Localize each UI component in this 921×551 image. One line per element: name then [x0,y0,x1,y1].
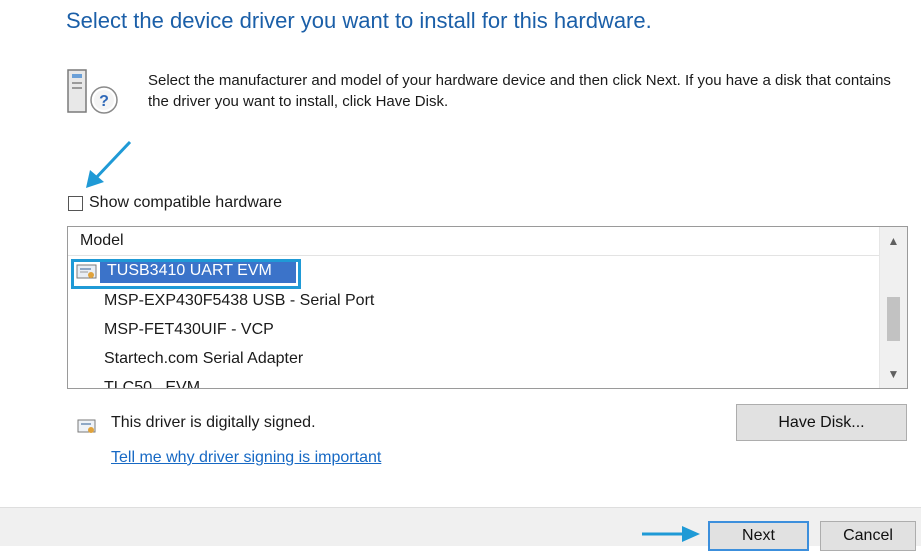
hardware-help-icon: ? [67,69,118,114]
dialog-heading: Select the device driver you want to ins… [66,8,652,33]
signed-driver-icon [77,419,96,433]
driver-signing-link[interactable]: Tell me why driver signing is important [111,449,381,467]
model-list-scrollbar[interactable]: ▲ ▼ [879,227,907,388]
annotation-arrow-icon [642,526,700,542]
annotation-arrow-icon [86,140,132,188]
show-compatible-label: Show compatible hardware [89,194,282,211]
instructions-text: Select the manufacturer and model of you… [148,72,891,110]
dialog-footer: Next Cancel [0,507,921,551]
model-item-label: MSP-FET430UIF - VCP [104,321,274,338]
list-item-selected[interactable]: TUSB3410 UART EVM [68,259,880,289]
scroll-thumb[interactable] [887,297,900,341]
model-item-label: TUSB3410 UART EVM [107,262,272,279]
model-header-label: Model [80,232,124,249]
list-item[interactable]: Startech.com Serial Adapter [68,347,880,373]
model-item-label: Startech.com Serial Adapter [104,350,304,367]
list-item[interactable]: TLC50...EVM [68,376,880,389]
model-item-label: MSP-EXP430F5438 USB - Serial Port [104,292,375,309]
model-listbox[interactable]: Model TUSB3410 UART EVM MSP-EXP430F5438 … [67,226,908,389]
list-item[interactable]: MSP-FET430UIF - VCP [68,318,880,344]
cancel-button[interactable]: Cancel [820,521,916,551]
scroll-down-icon[interactable]: ▼ [880,362,907,386]
scroll-up-icon[interactable]: ▲ [880,229,907,253]
signing-status: This driver is digitally signed. [111,414,316,431]
show-compatible-row[interactable]: Show compatible hardware [68,192,282,214]
svg-text:?: ? [99,93,109,110]
next-button[interactable]: Next [708,521,809,551]
have-disk-button[interactable]: Have Disk... [736,404,907,441]
model-column-header[interactable]: Model [68,227,880,256]
model-item-label: TLC50...EVM [104,379,201,389]
selected-row-frame: TUSB3410 UART EVM [71,259,301,289]
show-compatible-checkbox[interactable] [68,195,83,211]
list-item[interactable]: MSP-EXP430F5438 USB - Serial Port [68,289,880,315]
